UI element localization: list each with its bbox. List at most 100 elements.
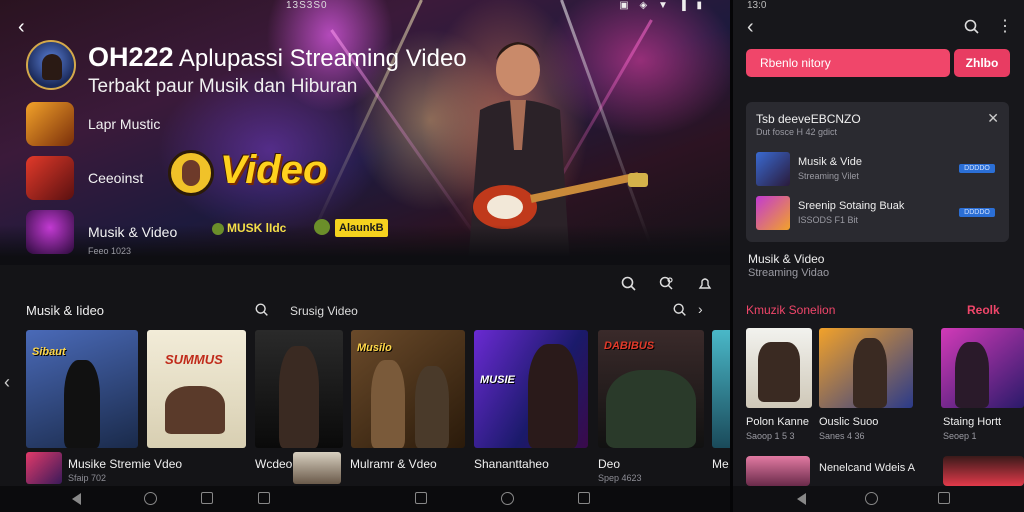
video-promo-text[interactable]: Video [220, 148, 327, 193]
poster-figure [371, 360, 405, 448]
row-label: Musik & Vide [798, 156, 862, 168]
poster-title: Sibaut [32, 346, 66, 358]
bottom-label[interactable]: Nenelcand Wdeis A [819, 462, 915, 474]
bottom-item[interactable]: Me [712, 452, 730, 486]
promo-tag[interactable]: AlaunkB [335, 219, 388, 237]
poster-card[interactable] [746, 328, 812, 408]
nav-recents-icon[interactable] [201, 492, 213, 504]
musk-text: MUSK lIdc [227, 221, 287, 235]
card-subtitle: Dut fosce H 42 gdict [756, 127, 838, 137]
category-thumb [26, 156, 74, 200]
search-icon[interactable] [963, 18, 981, 36]
bell-icon[interactable] [696, 275, 714, 293]
poster-card[interactable] [819, 328, 913, 408]
section-header: Musik & Iideo Srusig Video › [0, 300, 730, 322]
nav-home-icon[interactable] [501, 492, 514, 505]
poster-figure [758, 342, 800, 402]
section-search-label[interactable]: Srusig Video [290, 304, 358, 318]
app-title-main: OH222 [88, 42, 174, 72]
section-title: Musik & Iideo [26, 303, 105, 318]
chevron-right-icon[interactable]: › [698, 301, 703, 317]
search-icon[interactable] [620, 275, 638, 293]
dot-icon [212, 222, 224, 235]
app-logo [26, 40, 76, 90]
bottom-item[interactable]: Mulramr & Vdeo [350, 452, 460, 486]
nav-home-icon[interactable] [144, 492, 157, 505]
poster-title: Musilo [357, 342, 392, 354]
bottom-thumb[interactable] [943, 456, 1024, 486]
row-thumb [756, 196, 790, 230]
poster-card[interactable]: DABIBUS [598, 330, 704, 448]
category-item[interactable]: Lapr Mustic [26, 102, 286, 148]
bottom-label: Shananttaheo [474, 457, 549, 471]
poster-sub: Seoep 1 [943, 431, 977, 441]
bottom-item[interactable]: Shananttaheo [474, 452, 584, 486]
poster-label: Ouslic Suoo [819, 416, 879, 428]
nav-recents-icon[interactable] [938, 492, 950, 504]
nav-recents-icon[interactable] [258, 492, 270, 504]
nav-home-icon[interactable] [865, 492, 878, 505]
status-bar: 13S3S0 ▣ ◈ ▼ ▐ ▮ [0, 0, 730, 14]
back-arrow-icon[interactable]: ‹ [747, 16, 754, 39]
poster-card[interactable]: Musilo [351, 330, 465, 448]
poster-figure [64, 360, 100, 448]
row-sub: Streaming Vilet [798, 171, 859, 181]
poster-card[interactable]: Sibaut [26, 330, 138, 448]
hero-actions [620, 275, 720, 293]
main-panel: 13S3S0 ▣ ◈ ▼ ▐ ▮ ‹ OH222 Aplupassi Strea… [0, 0, 730, 512]
nav-recents-icon[interactable] [578, 492, 590, 504]
poster-card[interactable] [941, 328, 1024, 408]
bottom-thumb[interactable] [746, 456, 810, 486]
nav-back-icon[interactable] [72, 493, 81, 505]
bottom-item[interactable]: Musike Stremie Vdeo Sfaip 702 [26, 452, 196, 486]
close-icon[interactable]: ✕ [987, 110, 999, 127]
submit-button[interactable]: Zhlbo [954, 49, 1010, 77]
bottom-item[interactable]: Wcdeo [255, 452, 345, 486]
chevron-left-icon[interactable]: ‹ [4, 372, 10, 393]
nav-recents-icon[interactable] [415, 492, 427, 504]
poster-title: SUMMUS [165, 352, 223, 367]
more-vertical-icon[interactable]: ⋮ [997, 16, 1013, 36]
row-thumb [756, 152, 790, 186]
poster-card[interactable] [255, 330, 343, 448]
app-title: OH222 Aplupassi Streaming Video [88, 42, 467, 73]
poster-sub: Sanes 4 36 [819, 431, 865, 441]
poster-title: DABIBUS [604, 340, 655, 352]
card-row[interactable]: Sreenip Sotaing Buak ISSODS F1 Bit DDDDO [756, 196, 1001, 232]
category-thumb [26, 102, 74, 146]
video-badge-icon [168, 150, 214, 196]
bottom-label: Me [712, 457, 729, 471]
poster-card[interactable]: MUSIE [474, 330, 588, 448]
system-nav-bar [733, 486, 1024, 512]
bottom-label: Wcdeo [255, 457, 293, 471]
section-title: Kmuzik Sonelion [746, 303, 836, 317]
search-icon[interactable] [672, 302, 688, 318]
poster-card[interactable]: SUMMUS [147, 330, 246, 448]
musk-pill[interactable]: MUSK lIdc [208, 219, 290, 237]
nav-back-icon[interactable] [797, 493, 806, 505]
light-beam [310, 0, 423, 237]
poster-figure [853, 338, 887, 408]
dot-icon [314, 219, 330, 235]
back-arrow-icon[interactable]: ‹ [18, 16, 40, 38]
row-sub: ISSODS F1 Bit [798, 215, 859, 225]
search-icon[interactable] [254, 302, 270, 318]
poster-label: Polon Kanne [746, 416, 809, 428]
bottom-label: Deo [598, 457, 621, 471]
search-input[interactable]: Rbenlo nitory [746, 49, 950, 77]
bottom-item[interactable]: Deo Spep 4623 [598, 452, 688, 486]
row-badge: DDDDO [959, 208, 995, 217]
bottom-thumb [293, 452, 341, 484]
poster-figure [606, 370, 696, 448]
app-tagline: Terbakt paur Musik dan Hiburan [88, 76, 358, 97]
side-panel: 13:0 ‹ ⋮ Rbenlo nitory Zhlbo Tsb deeveEB… [733, 0, 1024, 512]
section-more-link[interactable]: Reolk [967, 303, 1000, 317]
bottom-sub: Sfaip 702 [68, 473, 107, 483]
poster-card[interactable] [712, 330, 730, 448]
poster-row: Sibaut SUMMUS Musilo MUSIE DABIBUS [26, 330, 730, 448]
category-label: Ceeoinst [88, 170, 144, 186]
poster-figure [415, 366, 449, 448]
card-row[interactable]: Musik & Vide Streaming Vilet DDDDO [756, 152, 1001, 188]
search-users-icon[interactable] [658, 275, 676, 293]
list-title: Musik & Video [748, 252, 825, 266]
